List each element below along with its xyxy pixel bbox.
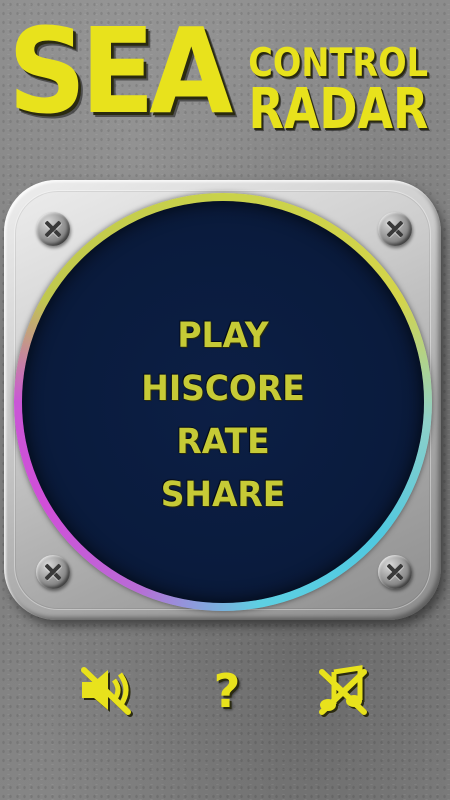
screw-icon [36, 555, 70, 589]
music-muted-icon [319, 665, 369, 717]
title-radar: RADAR [248, 77, 428, 142]
help-button[interactable]: ? [199, 664, 255, 718]
screw-icon [36, 212, 70, 246]
share-button[interactable]: SHARE [34, 469, 412, 522]
screw-icon [378, 555, 412, 589]
main-menu: PLAY HISCORE RATE SHARE [22, 310, 424, 522]
sound-toggle-button[interactable] [78, 664, 134, 718]
game-title: SEA CONTROL RADAR [0, 0, 450, 150]
screw-icon [378, 212, 412, 246]
title-sea: SEA [8, 2, 233, 140]
sound-muted-icon [81, 667, 133, 717]
music-toggle-button[interactable] [314, 664, 370, 718]
play-button[interactable]: PLAY [34, 310, 412, 363]
help-icon: ? [213, 664, 241, 718]
hiscore-button[interactable]: HISCORE [34, 363, 412, 416]
rate-button[interactable]: RATE [34, 416, 412, 469]
